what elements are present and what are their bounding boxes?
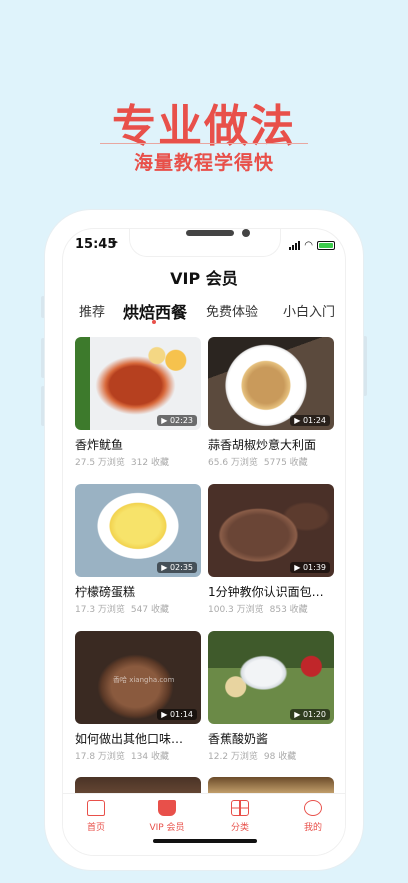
duration-text: 01:24 — [302, 416, 326, 425]
duration-text: 01:20 — [302, 710, 326, 719]
promo-title: 专业做法 — [112, 101, 296, 152]
category-tabs: 推荐 烘焙西餐 免费体验 小白入门 — [63, 301, 345, 327]
video-duration: ▶ 02:35 — [157, 562, 197, 573]
recipe-thumbnail[interactable]: ▶ 02:35 — [75, 484, 201, 577]
recipe-title[interactable]: 1分钟教你认识面包… — [208, 583, 334, 600]
promo-subtitle: 海量教程学得快 — [133, 152, 274, 174]
video-duration: ▶ 01:39 — [290, 562, 330, 573]
location-arrow-icon: ➤ — [111, 238, 119, 248]
recipe-card[interactable]: ▶ 01:20 香蕉酸奶酱 12.2 万浏览 98 收藏 — [208, 631, 334, 762]
status-icons: ◠ — [289, 240, 335, 251]
recipe-card[interactable]: ▶ 02:23 香炸鱿鱼 27.5 万浏览 312 收藏 — [75, 337, 201, 468]
favorite-count: 853 收藏 — [269, 605, 308, 615]
favorite-count: 98 收藏 — [263, 752, 297, 762]
recipe-title[interactable]: 香蕉酸奶酱 — [208, 730, 334, 747]
recipe-thumbnail[interactable]: ▶ 01:39 — [208, 484, 334, 577]
tabbar-vip[interactable]: VIP 会员 — [139, 800, 195, 833]
recipe-card[interactable]: ▶ 01:39 1分钟教你认识面包… 100.3 万浏览 853 收藏 — [208, 484, 334, 615]
promo-divider — [100, 143, 308, 144]
vip-crown-icon — [158, 800, 176, 816]
favorite-count: 312 收藏 — [130, 458, 169, 468]
status-bar: 15:45 ➤ ◠ — [63, 229, 345, 261]
favorite-count: 134 收藏 — [130, 752, 169, 762]
profile-icon — [304, 800, 322, 816]
recipe-stats: 12.2 万浏览 98 收藏 — [208, 749, 334, 762]
bottom-tab-bar: 首页 VIP 会员 分类 我的 — [63, 793, 345, 855]
video-watermark: 香哈 xiangha.com — [113, 676, 175, 684]
category-grid-icon — [231, 800, 249, 816]
recipe-card[interactable]: 香哈 xiangha.com ▶ 01:14 如何做出其他口味… 17.8 万浏… — [75, 631, 201, 762]
video-duration: ▶ 01:14 — [157, 709, 197, 720]
tab-free-trial[interactable]: 免费体验 — [206, 301, 258, 320]
view-count: 65.6 万浏览 — [208, 458, 258, 468]
recipe-card[interactable]: ▶ 01:24 蒜香胡椒炒意大利面 65.6 万浏览 5775 收藏 — [208, 337, 334, 468]
recipe-stats: 17.3 万浏览 547 收藏 — [75, 602, 201, 615]
view-count: 100.3 万浏览 — [208, 605, 264, 615]
duration-text: 02:23 — [169, 416, 193, 425]
view-count: 12.2 万浏览 — [208, 752, 258, 762]
active-tab-indicator — [152, 320, 156, 324]
tab-recommend[interactable]: 推荐 — [79, 301, 105, 320]
speaker — [186, 230, 234, 236]
video-duration: ▶ 01:24 — [290, 415, 330, 426]
recipe-title[interactable]: 蒜香胡椒炒意大利面 — [208, 436, 334, 453]
front-camera — [242, 229, 250, 237]
tabbar-label: VIP 会员 — [149, 823, 185, 833]
favorite-count: 547 收藏 — [130, 605, 169, 615]
tabbar-label: 首页 — [86, 823, 105, 833]
recipe-stats: 65.6 万浏览 5775 收藏 — [208, 455, 334, 468]
recipe-stats: 100.3 万浏览 853 收藏 — [208, 602, 334, 615]
video-duration: ▶ 02:23 — [157, 415, 197, 426]
recipe-thumbnail[interactable]: ▶ 01:20 — [208, 631, 334, 724]
duration-text: 01:39 — [302, 563, 326, 572]
wifi-icon: ◠ — [304, 240, 313, 251]
battery-icon — [317, 241, 335, 250]
recipe-card[interactable]: ▶ 02:35 柠檬磅蛋糕 17.3 万浏览 547 收藏 — [75, 484, 201, 615]
recipe-title[interactable]: 香炸鱿鱼 — [75, 436, 201, 453]
view-count: 17.3 万浏览 — [75, 605, 125, 615]
home-icon — [87, 800, 105, 816]
view-count: 27.5 万浏览 — [75, 458, 125, 468]
tabbar-home[interactable]: 首页 — [68, 800, 124, 833]
tabbar-category[interactable]: 分类 — [212, 800, 268, 833]
notch — [129, 229, 281, 257]
view-count: 17.8 万浏览 — [75, 752, 125, 762]
duration-text: 02:35 — [169, 563, 193, 572]
tabbar-profile[interactable]: 我的 — [285, 800, 341, 833]
recipe-thumbnail[interactable]: ▶ 01:24 — [208, 337, 334, 430]
tab-beginner[interactable]: 小白入门 — [283, 301, 335, 320]
page-title: VIP 会员 — [170, 269, 238, 288]
duration-text: 01:14 — [169, 710, 193, 719]
home-indicator[interactable] — [153, 839, 257, 843]
tabbar-label: 我的 — [303, 823, 322, 833]
recipe-title[interactable]: 柠檬磅蛋糕 — [75, 583, 201, 600]
recipe-thumbnail[interactable]: ▶ 02:23 — [75, 337, 201, 430]
tabbar-label: 分类 — [230, 823, 249, 833]
phone-screen: 15:45 ➤ ◠ VIP 会员 推荐 烘焙西餐 免费体验 小白入门 ▶ 02:… — [62, 228, 346, 856]
video-duration: ▶ 01:20 — [290, 709, 330, 720]
phone-power-button — [363, 336, 367, 396]
recipe-title[interactable]: 如何做出其他口味… — [75, 730, 201, 747]
recipe-stats: 27.5 万浏览 312 收藏 — [75, 455, 201, 468]
recipe-stats: 17.8 万浏览 134 收藏 — [75, 749, 201, 762]
signal-icon — [289, 241, 301, 250]
recipe-thumbnail[interactable]: 香哈 xiangha.com ▶ 01:14 — [75, 631, 201, 724]
favorite-count: 5775 收藏 — [263, 458, 308, 468]
